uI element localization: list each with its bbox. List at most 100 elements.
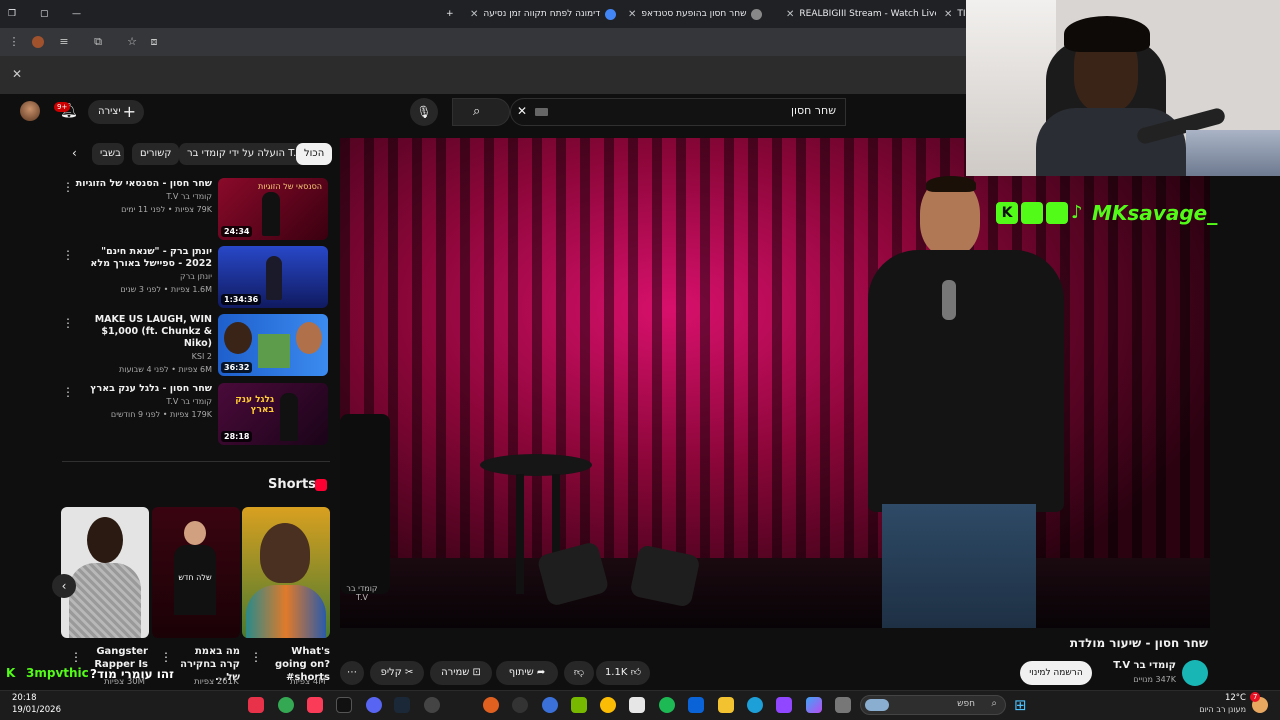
chip-uploaded-by[interactable]: הועלה על ידי קומדי בר T.V [179, 143, 312, 165]
tab-title: REALBIGIII Stream - Watch Live [799, 9, 936, 19]
app-icon[interactable] [483, 697, 499, 713]
more-options-icon[interactable]: ⋮ [62, 316, 74, 330]
short-2-thumbnail[interactable]: שלה חדש [152, 507, 240, 638]
minimize-icon[interactable]: — [72, 4, 81, 24]
taskbar-search[interactable]: חפש ⌕ [860, 695, 1006, 715]
profile-avatar-icon[interactable] [30, 34, 46, 50]
share-page-icon[interactable]: ⧈ [146, 34, 162, 50]
close-tab-icon[interactable]: ✕ [470, 9, 478, 20]
taskbar-app-icon[interactable] [248, 697, 264, 713]
thumbnail[interactable]: 1:34:36 [218, 246, 328, 308]
spotify-icon[interactable] [659, 697, 675, 713]
related-video-4[interactable]: גלגל ענק בארץ 28:18 שחר חסון - גלגל ענק … [60, 383, 330, 445]
close-tab-icon[interactable]: ✕ [944, 9, 952, 20]
mic-icon[interactable]: 🎙︎ [410, 98, 438, 126]
channel-name[interactable]: יונתן ברק [72, 271, 212, 283]
share-label: שיתוף [508, 667, 534, 678]
channel-name[interactable]: קומדי בר T.V [72, 191, 212, 203]
related-video-2[interactable]: 1:34:36 יונתן ברק - "שנאת חינם" 2022 - ס… [60, 246, 330, 308]
chat-message: ?זהו עומרי מוד [90, 667, 174, 681]
clock-date: 19/01/2026 [12, 705, 61, 715]
short-3-thumbnail[interactable] [61, 507, 149, 638]
chrome-icon[interactable] [600, 697, 616, 713]
more-options-icon[interactable]: ⋮ [160, 650, 172, 664]
windows-start-icon[interactable]: ⊞ [1014, 697, 1027, 713]
short-1-thumbnail[interactable] [242, 507, 330, 638]
edge-icon[interactable] [747, 697, 763, 713]
shorts-prev-button[interactable]: ‹ [52, 574, 76, 598]
channel-avatar[interactable] [1182, 660, 1208, 686]
subscribe-button[interactable]: הרשמה למינוי [1020, 661, 1092, 685]
face-left [224, 322, 252, 354]
create-button[interactable]: + יצירה [88, 100, 144, 124]
calculator-icon[interactable] [629, 697, 645, 713]
steam-icon[interactable] [394, 697, 410, 713]
nvidia-icon[interactable] [571, 697, 587, 713]
file-explorer-icon[interactable] [718, 697, 734, 713]
related-video-1[interactable]: הסנסאי של הזוגיות 24:34 שחר חסון - הסנסא… [60, 178, 330, 240]
more-actions-button[interactable]: ⋯ [340, 661, 364, 685]
avatar[interactable] [20, 101, 40, 121]
chip-related[interactable]: קשורים [132, 143, 180, 165]
video-title[interactable]: יונתן ברק - "שנאת חינם" 2022 - ספיישל בא… [72, 246, 212, 270]
discord-icon[interactable] [366, 697, 382, 713]
tab-dimona[interactable]: ✕ דימונה לפתח תקווה זמן נסיעה [470, 4, 620, 24]
related-video-3[interactable]: 36:32 MAKE US LAUGH, WIN $1,000 (ft. Chu… [60, 314, 330, 376]
more-options-icon[interactable]: ⋮ [62, 385, 74, 399]
share-button[interactable]: שיתוף ➦ [496, 661, 558, 685]
tab-ti[interactable]: ✕ TI [944, 4, 968, 24]
music-icon[interactable] [307, 697, 323, 713]
more-options-icon[interactable]: ⋮ [70, 650, 82, 664]
chip-4[interactable]: בשבי [92, 143, 124, 165]
twitch-app-icon[interactable] [776, 697, 792, 713]
more-options-icon[interactable]: ⋮ [62, 248, 74, 262]
chevron-left-icon[interactable]: ‹ [72, 146, 77, 160]
chip-all[interactable]: הכול [296, 143, 333, 165]
more-options-icon[interactable]: ⋮ [62, 180, 74, 194]
channel-name[interactable]: קומדי בר T.V [72, 396, 212, 408]
tab-shahar[interactable]: ✕ שחר חסון בהופעת סטנדאפ [628, 4, 778, 24]
tiktok-app-icon[interactable] [336, 697, 352, 713]
like-button[interactable]: 1.1K 👍︎ [596, 661, 650, 685]
bookmark-star-icon[interactable]: ☆ [124, 34, 140, 50]
more-options-icon[interactable]: ⋮ [250, 650, 262, 664]
subscriber-count: 347K מנויים [1133, 675, 1176, 684]
close-icon[interactable]: ✕ [12, 67, 22, 81]
tab-title: דימונה לפתח תקווה זמן נסיעה [483, 9, 601, 19]
channel-name[interactable]: קומדי בר T.V [1100, 660, 1176, 671]
channel-name[interactable]: KSI 2 [72, 351, 212, 363]
video-title[interactable]: שחר חסון - גלגל ענק בארץ [72, 383, 212, 395]
thumbnail[interactable]: גלגל ענק בארץ 28:18 [218, 383, 328, 445]
restore-icon[interactable]: ▢ [40, 4, 49, 24]
app-icon[interactable] [542, 697, 558, 713]
window-restore-icon[interactable]: ❐ [8, 4, 16, 24]
outlook-icon[interactable] [688, 697, 704, 713]
extensions-icon[interactable]: ⧉ [90, 34, 106, 50]
new-tab-icon[interactable]: + [446, 4, 454, 24]
video-title[interactable]: MAKE US LAUGH, WIN $1,000 (ft. Chunkz & … [72, 314, 212, 350]
bed [1186, 130, 1280, 176]
copilot-icon[interactable] [806, 697, 822, 713]
tab-kick[interactable]: ✕ REALBIGIII Stream - Watch Live [786, 4, 936, 24]
app-icon[interactable] [512, 697, 528, 713]
app-icon[interactable] [835, 697, 851, 713]
menu-dots-icon[interactable]: ⋮ [6, 34, 22, 50]
duration: 1:34:36 [221, 294, 262, 305]
save-button[interactable]: שמירה ⊡ [430, 661, 492, 685]
notification-badge: 9+ [54, 102, 71, 112]
video-meta: 1.6M צפיות • לפני 3 שנים [120, 285, 212, 294]
keyboard-icon[interactable] [535, 108, 548, 116]
clear-search-icon[interactable]: ✕ [517, 104, 527, 118]
thumbnail[interactable]: 36:32 [218, 314, 328, 376]
close-tab-icon[interactable]: ✕ [786, 9, 794, 20]
dislike-button[interactable]: 👎︎ [564, 661, 594, 685]
webcam-overlay [966, 0, 1280, 176]
clip-button[interactable]: קליפ ✂ [370, 661, 424, 685]
obs-icon[interactable] [424, 697, 440, 713]
thumbnail[interactable]: הסנסאי של הזוגיות 24:34 [218, 178, 328, 240]
video-title[interactable]: שחר חסון - הסנסאי של הזוגיות [72, 178, 212, 190]
chrome-icon[interactable] [278, 697, 294, 713]
close-tab-icon[interactable]: ✕ [628, 9, 636, 20]
reading-list-icon[interactable]: ≡ [56, 34, 72, 50]
search-button[interactable]: ⌕ [452, 98, 510, 126]
